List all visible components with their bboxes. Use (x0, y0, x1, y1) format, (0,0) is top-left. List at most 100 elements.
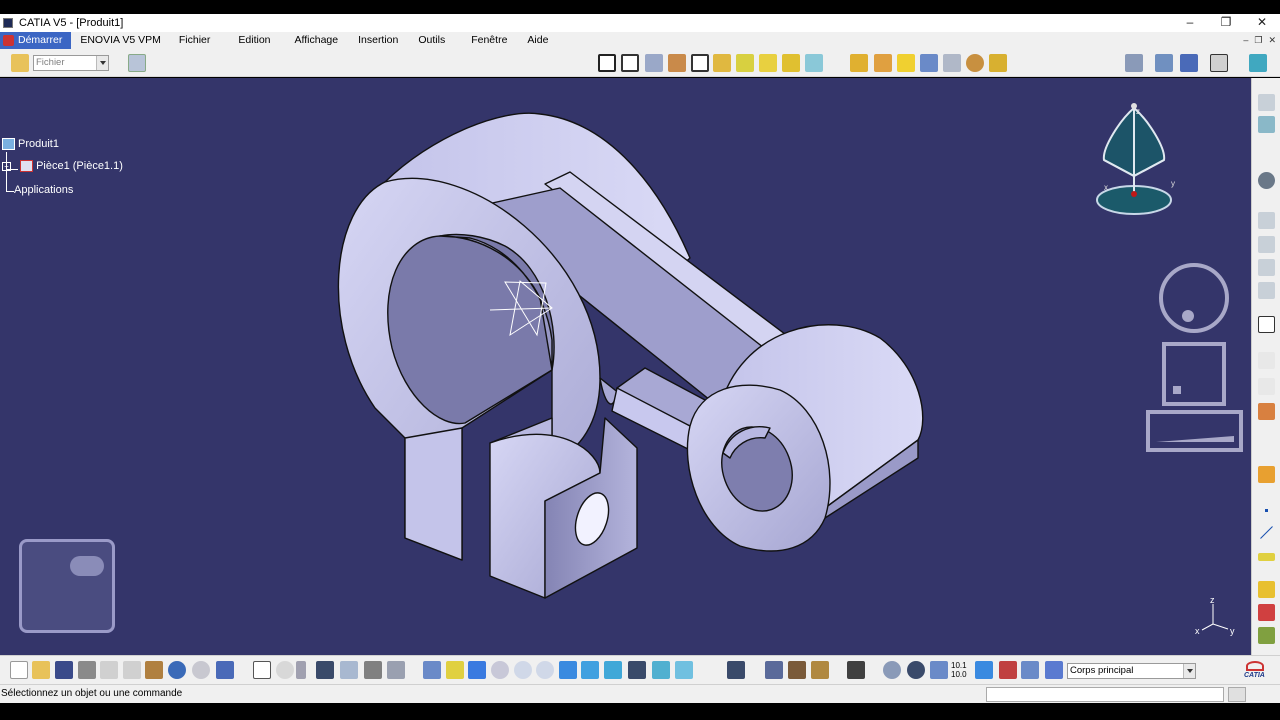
analysis-icon[interactable] (1125, 54, 1143, 72)
catalog-icon[interactable] (340, 661, 358, 679)
part-geometry[interactable] (0, 78, 1251, 655)
rotate-icon[interactable] (491, 661, 509, 679)
sketch-tool-icon[interactable] (598, 54, 616, 72)
tree-node-applications[interactable]: Applications (14, 184, 73, 196)
formula-icon[interactable] (253, 661, 271, 679)
replace-component-icon[interactable] (943, 54, 961, 72)
insert-icon[interactable] (1258, 94, 1275, 111)
sketch-icon[interactable] (1258, 316, 1275, 333)
pan-icon[interactable] (468, 661, 486, 679)
line-icon[interactable] (1258, 524, 1275, 541)
fill-tool-icon[interactable] (668, 54, 686, 72)
command-button[interactable] (1228, 687, 1246, 702)
offset-icon[interactable] (1258, 282, 1275, 299)
view-mode-icon[interactable] (628, 661, 646, 679)
surface-tool-icon[interactable] (645, 54, 663, 72)
bill-of-material-icon[interactable] (811, 661, 829, 679)
iso-view-icon[interactable] (604, 661, 622, 679)
cube-tool-icon[interactable] (759, 54, 777, 72)
fix-icon[interactable] (1258, 236, 1275, 253)
save-management-icon[interactable] (1258, 116, 1275, 133)
measure-item-icon[interactable] (999, 661, 1017, 679)
existing-component-icon[interactable] (920, 54, 938, 72)
close-button[interactable]: ✕ (1244, 14, 1280, 32)
minimize-button[interactable]: – (1172, 14, 1208, 32)
shading-icon[interactable] (1258, 604, 1275, 621)
menu-aide[interactable]: Aide (518, 32, 557, 49)
chevron-down-icon[interactable] (96, 56, 108, 70)
chevron-down-icon[interactable] (1183, 664, 1195, 678)
draw-tool-icon[interactable] (782, 54, 800, 72)
fit-all-icon[interactable] (446, 661, 464, 679)
tree-node-produit1[interactable]: Produit1 (2, 138, 59, 151)
select-arrow-icon[interactable] (1258, 466, 1275, 483)
multi-view-icon[interactable] (581, 661, 599, 679)
axis-system-icon[interactable] (930, 661, 948, 679)
comment-icon[interactable] (276, 661, 294, 679)
menu-enovia[interactable]: ENOVIA V5 VPM (71, 32, 170, 49)
menu-demarrer[interactable]: Démarrer (0, 32, 72, 49)
mdi-restore-button[interactable]: ❐ (1254, 32, 1262, 49)
menu-fenetre[interactable]: Fenêtre (462, 32, 516, 49)
print-icon[interactable] (78, 661, 96, 679)
measure-between-icon[interactable] (975, 661, 993, 679)
frame-tool-icon[interactable] (621, 54, 639, 72)
hide-show-icon[interactable] (652, 661, 670, 679)
menu-insertion[interactable]: Insertion (349, 32, 407, 49)
contact-icon[interactable] (1258, 259, 1275, 276)
update-icon[interactable] (727, 661, 745, 679)
new-file-icon[interactable] (10, 661, 28, 679)
redo-icon[interactable] (192, 661, 210, 679)
menu-edition[interactable]: Edition (229, 32, 279, 49)
grid-icon[interactable] (1180, 54, 1198, 72)
annotation-icon[interactable] (1258, 352, 1275, 369)
manipulate-icon[interactable] (966, 54, 984, 72)
3d-viewport[interactable]: z x y Produit1 + Pièce1 (Pièce1.1) Appli… (0, 78, 1251, 655)
part-tool-icon[interactable] (897, 54, 915, 72)
save-icon[interactable] (55, 661, 73, 679)
view-navigation-widgets[interactable] (1140, 260, 1250, 460)
mdi-close-button[interactable]: ✕ (1268, 32, 1276, 49)
knowledge-icon[interactable] (296, 661, 306, 679)
constraint-icon[interactable] (1258, 212, 1275, 229)
compass-widget[interactable]: z x y (1090, 100, 1180, 220)
measure-tool-icon[interactable] (805, 54, 823, 72)
material-icon[interactable] (1258, 627, 1275, 644)
camera-icon[interactable] (1258, 403, 1275, 420)
constraint-icon[interactable] (1155, 54, 1173, 72)
paste-icon[interactable] (145, 661, 163, 679)
maximize-button[interactable]: ❐ (1208, 14, 1244, 32)
cut-icon[interactable] (100, 661, 118, 679)
menu-affichage[interactable]: Affichage (286, 32, 348, 49)
pencil-tool-icon[interactable] (713, 54, 731, 72)
expand-plus-icon[interactable]: + (2, 161, 11, 171)
menu-fichier[interactable]: Fichier (170, 32, 220, 49)
help-icon[interactable] (216, 661, 234, 679)
table-icon[interactable] (316, 661, 334, 679)
undo-icon[interactable] (168, 661, 186, 679)
scale-readout[interactable]: 10.1 10.0 (951, 661, 967, 679)
plane-icon[interactable] (1258, 553, 1275, 561)
settings-gear-icon[interactable] (1258, 172, 1275, 189)
move-icon[interactable] (765, 661, 783, 679)
swap-space-icon[interactable] (675, 661, 693, 679)
menu-outils[interactable]: Outils (409, 32, 454, 49)
flag-icon[interactable] (1258, 378, 1275, 395)
measure-inertia-icon[interactable] (1021, 661, 1039, 679)
look-at-icon[interactable] (907, 661, 925, 679)
zoom-out-icon[interactable] (536, 661, 554, 679)
render-icon[interactable] (1258, 581, 1275, 598)
fit-icon[interactable] (1210, 54, 1228, 72)
open-folder-icon[interactable] (11, 54, 29, 72)
mdi-minimize-button[interactable]: – (1243, 32, 1248, 49)
enovia-icon[interactable] (128, 54, 146, 72)
capture-icon[interactable] (847, 661, 865, 679)
clash-icon[interactable] (788, 661, 806, 679)
pad-tool-icon[interactable] (691, 54, 709, 72)
edit-tool-icon[interactable] (736, 54, 754, 72)
file-combo[interactable]: Fichier (33, 55, 109, 71)
product-tool-icon[interactable] (850, 54, 868, 72)
normal-view-icon[interactable] (559, 661, 577, 679)
reframe-icon[interactable] (883, 661, 901, 679)
copy-icon[interactable] (123, 661, 141, 679)
